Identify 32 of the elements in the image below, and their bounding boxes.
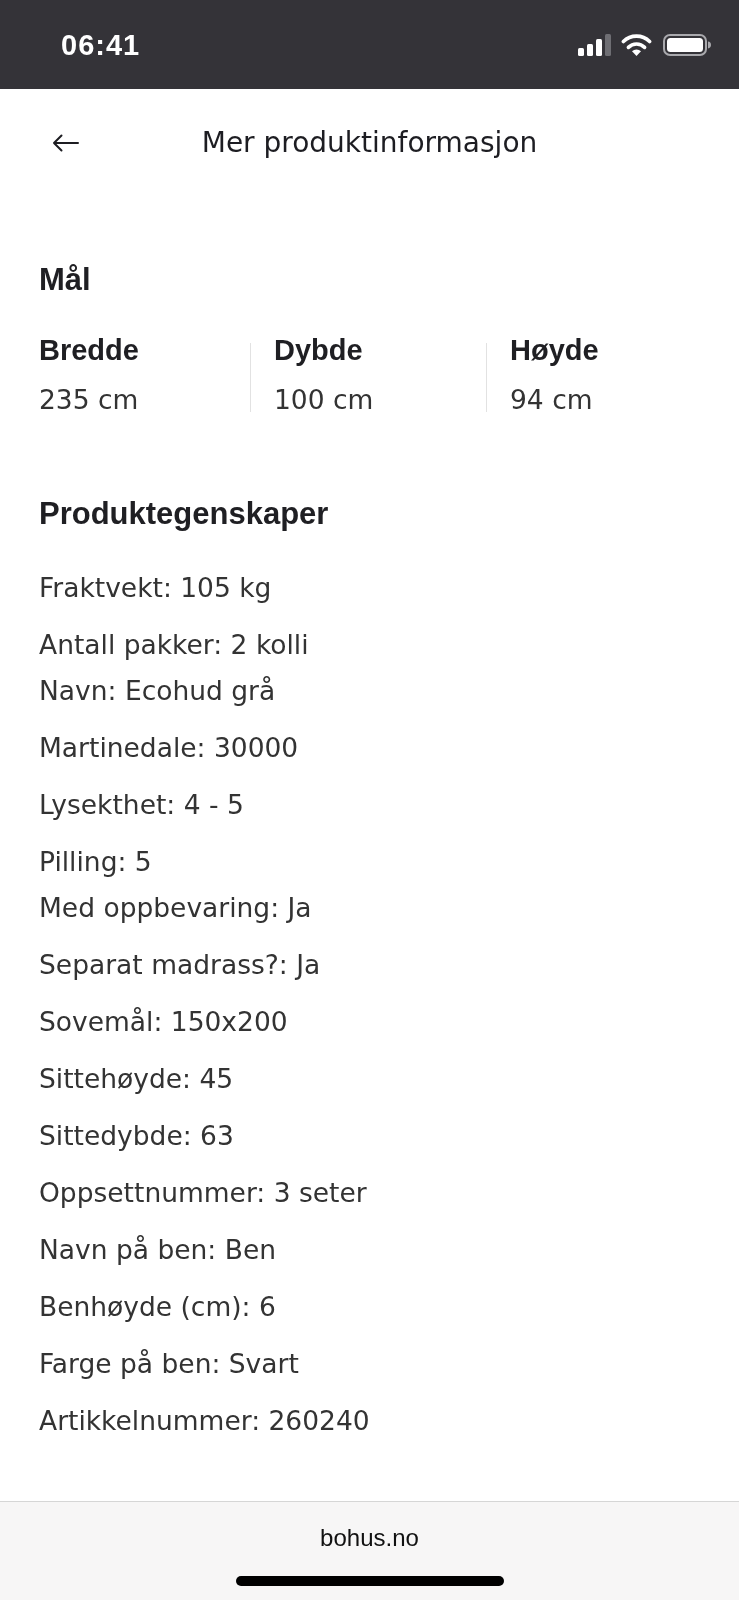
property-text: Sittehøyde: 45: [39, 1062, 234, 1096]
property-text: Lysekthet: 4 - 5: [39, 788, 244, 822]
wifi-icon: [621, 33, 652, 56]
dimension-label: Dybde: [274, 333, 364, 368]
battery-icon: [663, 33, 711, 56]
dimension-label: Bredde: [39, 333, 140, 368]
property-text: Martinedale: 30000: [39, 731, 299, 765]
property-text: Navn på ben: Ben: [39, 1233, 276, 1267]
property-text: Artikkelnummer: 260240: [39, 1404, 370, 1438]
dimension-value: 100 cm: [274, 383, 375, 417]
property-text: Farge på ben: Svart: [39, 1347, 299, 1381]
property-text: Antall pakker: 2 kolli: [39, 628, 309, 662]
dimension-value: 94 cm: [510, 383, 594, 417]
property-text: Pilling: 5: [39, 845, 152, 879]
section-heading: Mål: [39, 261, 92, 299]
property-text: Sittedybde: 63: [39, 1119, 234, 1153]
dimension-label: Høyde: [510, 333, 600, 368]
section-heading: Produktegenskaper: [39, 495, 330, 533]
signal-icon: [578, 33, 611, 56]
property-text: Fraktvekt: 105 kg: [39, 571, 272, 605]
property-text: Benhøyde (cm): 6: [39, 1290, 276, 1324]
property-text: Sovemål: 150x200: [39, 1005, 288, 1039]
property-text: Separat madrass?: Ja: [39, 948, 321, 982]
left-arrow-icon: [52, 134, 79, 152]
property-text: Navn: Ecohud grå: [39, 674, 276, 708]
status-time: 06:41: [61, 28, 141, 61]
url-text: bohus.no: [320, 1524, 419, 1552]
dimension-value: 235 cm: [39, 383, 140, 417]
back-button[interactable]: [52, 134, 79, 152]
property-text: Med oppbevaring: Ja: [39, 891, 312, 925]
property-text: Oppsettnummer: 3 seter: [39, 1176, 367, 1210]
page-title: Mer produktinformasjon: [201, 125, 538, 161]
